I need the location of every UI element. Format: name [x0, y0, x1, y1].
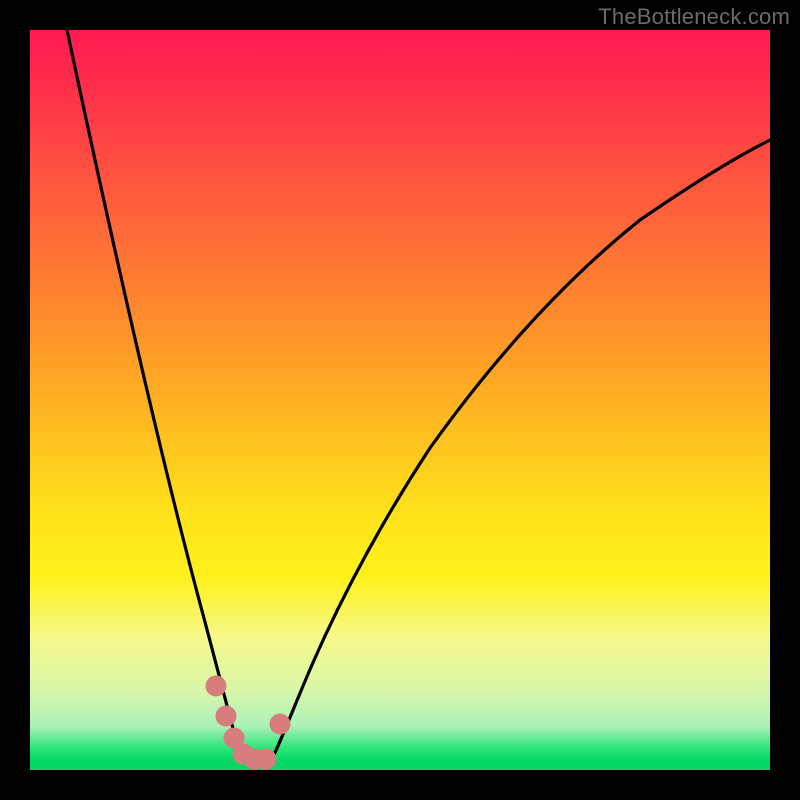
bottleneck-plot	[30, 30, 770, 770]
marker-dot	[244, 749, 264, 769]
marker-dot	[206, 676, 226, 696]
marker-dot	[270, 714, 290, 734]
watermark-text: TheBottleneck.com	[598, 4, 790, 30]
marker-dot	[216, 706, 236, 726]
chart-frame: TheBottleneck.com	[0, 0, 800, 800]
marker-dot	[233, 744, 253, 764]
marker-dot	[256, 749, 276, 769]
marker-dot	[224, 728, 244, 748]
curve-left-branch	[67, 30, 241, 757]
marker-dots	[206, 676, 290, 769]
bottleneck-curve	[30, 30, 770, 770]
curve-floor	[241, 757, 273, 760]
curve-right-branch	[273, 140, 770, 757]
